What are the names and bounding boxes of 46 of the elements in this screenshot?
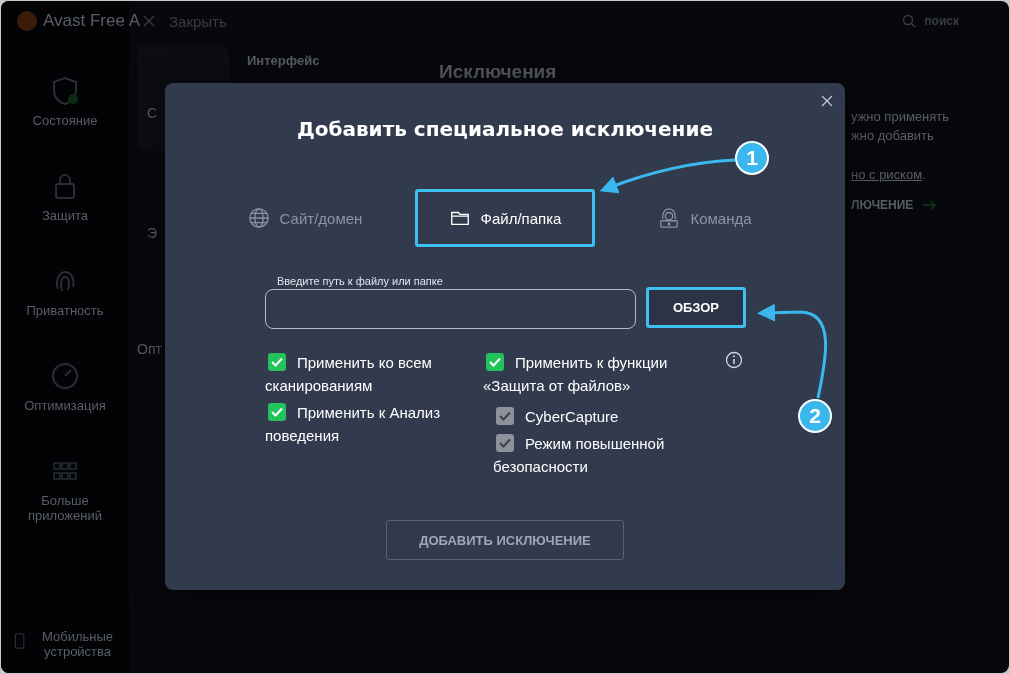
sidebar-item[interactable]: Приватность: [10, 265, 120, 318]
option-label: Применить к Анализ поведения: [265, 402, 442, 446]
path-input-field[interactable]: [265, 289, 636, 329]
globe-icon: [247, 207, 270, 229]
field-label: Введите путь к файлу или папке: [277, 275, 444, 287]
description-text: жно добавить: [851, 128, 934, 143]
dialog-title: Добавить специальное исключение: [296, 117, 714, 141]
section-heading: Интерфейс: [247, 53, 320, 68]
sidebar-item[interactable]: Больше приложений: [10, 455, 120, 523]
page-title: Исключения: [439, 61, 557, 83]
tab[interactable]: Команда: [615, 189, 795, 247]
option-label: CyberCapture: [493, 405, 619, 428]
gauge-icon: [49, 360, 81, 392]
text-fragment: Э: [147, 225, 158, 241]
search-button[interactable]: поиск: [896, 13, 965, 29]
text-fragment: Опт: [137, 341, 162, 357]
checkmark-icon: [499, 411, 511, 421]
sidebar-item[interactable]: Состояние: [10, 75, 120, 128]
sidebar-item[interactable]: Защита: [10, 170, 120, 223]
checkbox[interactable]: [486, 353, 504, 371]
checkmark-icon: [489, 357, 501, 367]
checkmark-icon: [271, 407, 283, 417]
sidebar-item[interactable]: Оптимизация: [10, 360, 120, 413]
checkmark-icon: [499, 438, 511, 448]
add-exception-link[interactable]: ЛЮЧЕНИЕ: [851, 198, 914, 212]
logo-icon: [17, 11, 37, 31]
close-icon[interactable]: [821, 95, 833, 107]
option-label: Применить к функции «Защита от файлов»: [483, 352, 669, 396]
close-button[interactable]: Закрыть: [143, 12, 227, 30]
app-title: Avast Free A: [43, 11, 140, 31]
close-icon: [143, 15, 155, 27]
checkbox[interactable]: [268, 353, 286, 371]
description-text: но с риском.: [851, 167, 926, 182]
sidebar-item[interactable]: Мобильные устройства: [10, 623, 120, 659]
tab[interactable]: Сайт/домен: [215, 189, 395, 247]
tab[interactable]: Файл/папка: [415, 189, 595, 247]
description-text: ужно применять: [851, 109, 949, 124]
browse-button[interactable]: ОБЗОР: [646, 286, 746, 328]
option-label: Применить ко всем сканированиям: [265, 352, 433, 396]
info-icon[interactable]: [725, 351, 743, 369]
checkbox[interactable]: [268, 403, 286, 421]
arrow-icon: [923, 200, 938, 210]
option-label: Режим повышенной безопасности: [493, 433, 666, 477]
text-fragment: С: [147, 105, 158, 121]
checkmark-icon: [271, 357, 283, 367]
search-icon: [902, 14, 917, 28]
